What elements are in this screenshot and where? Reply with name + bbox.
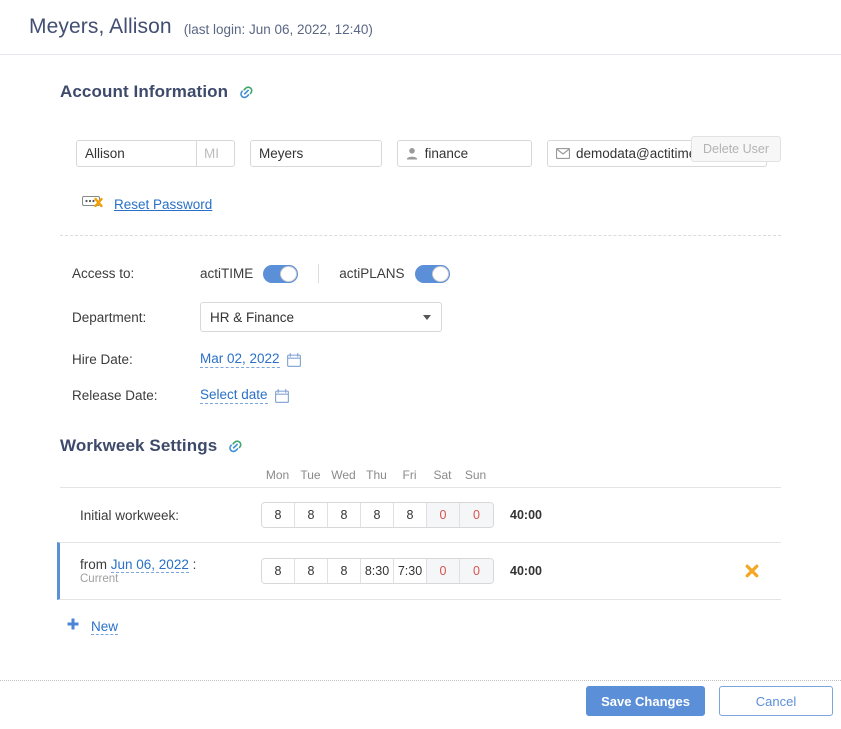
weekday-thu: Thu: [366, 468, 387, 482]
reset-password-row: Reset Password: [82, 195, 781, 214]
calendar-icon[interactable]: [286, 352, 301, 367]
user-icon: [406, 147, 419, 160]
hour-cell-fri[interactable]: 8: [394, 503, 427, 527]
weekday-sat: Sat: [433, 468, 452, 482]
last-login-text: (last login: Jun 06, 2022, 12:40): [183, 22, 373, 37]
workweek-hours-group: 8 8 8 8 8 0 0: [261, 502, 494, 528]
page-header: Meyers, Allison (last login: Jun 06, 202…: [0, 0, 841, 55]
add-workweek-link[interactable]: New: [91, 619, 119, 635]
weekday-tue: Tue: [300, 468, 321, 482]
from-suffix: :: [188, 557, 197, 572]
hour-cell-tue[interactable]: 8: [295, 559, 328, 583]
access-item-actiplans: actiPLANS: [339, 264, 450, 283]
department-select-wrap: HR & Finance: [200, 302, 442, 332]
save-changes-button[interactable]: Save Changes: [586, 686, 705, 716]
chevron-down-icon[interactable]: [423, 315, 431, 320]
account-information-title: Account Information: [60, 82, 229, 101]
last-name-input[interactable]: [250, 140, 382, 167]
login-input[interactable]: [424, 146, 523, 161]
page-title: Meyers, Allison: [29, 15, 172, 38]
weekday-header-row: Mon Tue Wed Thu Fri Sat Sun: [261, 468, 781, 482]
hour-cell-tue[interactable]: 8: [295, 503, 328, 527]
weekday-wed: Wed: [331, 468, 356, 482]
workweek-row-label: Initial workweek:: [80, 507, 180, 523]
toggle-actiplans[interactable]: [414, 264, 450, 283]
access-row: Access to: actiTIME actiPLANS: [72, 264, 781, 283]
toggle-actitime[interactable]: [263, 264, 299, 283]
workweek-row-initial: Initial workweek: 8 8 8 8 8 0 0 40:00: [60, 488, 781, 542]
first-name-input[interactable]: [76, 140, 196, 167]
workweek-from-date[interactable]: Jun 06, 2022: [110, 557, 189, 573]
toggle-knob: [280, 265, 298, 282]
envelope-icon: [556, 148, 570, 159]
footer-actions: Save Changes Cancel: [0, 673, 841, 729]
hour-cell-sun[interactable]: 0: [460, 559, 493, 583]
department-row: Department: HR & Finance: [72, 302, 781, 332]
hour-cell-mon[interactable]: 8: [262, 559, 295, 583]
middle-initial-input[interactable]: [196, 140, 235, 167]
account-fields-row: [76, 140, 781, 167]
department-select[interactable]: HR & Finance: [200, 302, 442, 332]
hour-cell-mon[interactable]: 8: [262, 503, 295, 527]
reset-password-link[interactable]: Reset Password: [114, 197, 212, 212]
hour-cell-sat[interactable]: 0: [427, 503, 460, 527]
department-label: Department:: [72, 309, 147, 325]
hour-cell-fri[interactable]: 7:30: [394, 559, 427, 583]
hour-cell-thu[interactable]: 8: [361, 503, 394, 527]
weekday-fri: Fri: [402, 468, 417, 482]
hour-cell-sat[interactable]: 0: [427, 559, 460, 583]
workweek-settings-header: Workweek Settings: [60, 436, 781, 456]
plus-icon[interactable]: [66, 617, 80, 636]
hire-date-row: Hire Date: Mar 02, 2022: [72, 351, 781, 368]
hour-cell-wed[interactable]: 8: [328, 503, 361, 527]
weekday-sun: Sun: [464, 468, 487, 482]
release-date-row: Release Date: Select date: [72, 387, 781, 404]
access-divider: [318, 264, 320, 283]
access-label-actitime: actiTIME: [200, 266, 254, 281]
workweek-row-label: from Jun 06, 2022 : Current: [80, 557, 261, 585]
release-date-label: Release Date:: [72, 388, 158, 403]
user-profile-page: Meyers, Allison (last login: Jun 06, 202…: [0, 0, 841, 729]
release-date-value[interactable]: Select date: [200, 387, 268, 404]
access-label: Access to:: [72, 266, 135, 281]
section-divider: [60, 235, 781, 236]
workweek-row-current: from Jun 06, 2022 : Current 8 8 8 8:30 7…: [57, 542, 781, 600]
workweek-settings-title: Workweek Settings: [60, 436, 218, 455]
delete-x-icon[interactable]: [744, 563, 760, 584]
add-workweek-row: New: [66, 617, 781, 636]
access-item-actitime: actiTIME: [200, 264, 299, 283]
settings-block: Access to: actiTIME actiPLANS Department…: [72, 264, 781, 404]
delete-user-button[interactable]: Delete User: [691, 136, 781, 162]
page-content: Account Information Delete User Allison …: [0, 55, 841, 636]
link-icon[interactable]: [227, 439, 244, 454]
cancel-button[interactable]: Cancel: [719, 686, 833, 716]
calendar-icon[interactable]: [274, 388, 289, 403]
workweek-total: 40:00: [510, 508, 542, 522]
hire-date-label: Hire Date:: [72, 352, 133, 367]
toggle-knob: [431, 265, 449, 282]
workweek-hours-group: 8 8 8 8:30 7:30 0 0: [261, 558, 494, 584]
login-field[interactable]: [397, 140, 532, 167]
workweek-row-sublabel: Current: [80, 573, 119, 585]
from-prefix: from: [80, 557, 111, 572]
link-icon[interactable]: [238, 85, 255, 100]
hour-cell-thu[interactable]: 8:30: [361, 559, 394, 583]
access-label-actiplans: actiPLANS: [339, 266, 405, 281]
hour-cell-sun[interactable]: 0: [460, 503, 493, 527]
account-information-header: Account Information: [60, 55, 781, 102]
weekday-mon: Mon: [265, 468, 290, 482]
hire-date-value[interactable]: Mar 02, 2022: [200, 351, 280, 368]
hour-cell-wed[interactable]: 8: [328, 559, 361, 583]
workweek-total: 40:00: [510, 564, 542, 578]
password-reset-icon[interactable]: [82, 195, 106, 214]
